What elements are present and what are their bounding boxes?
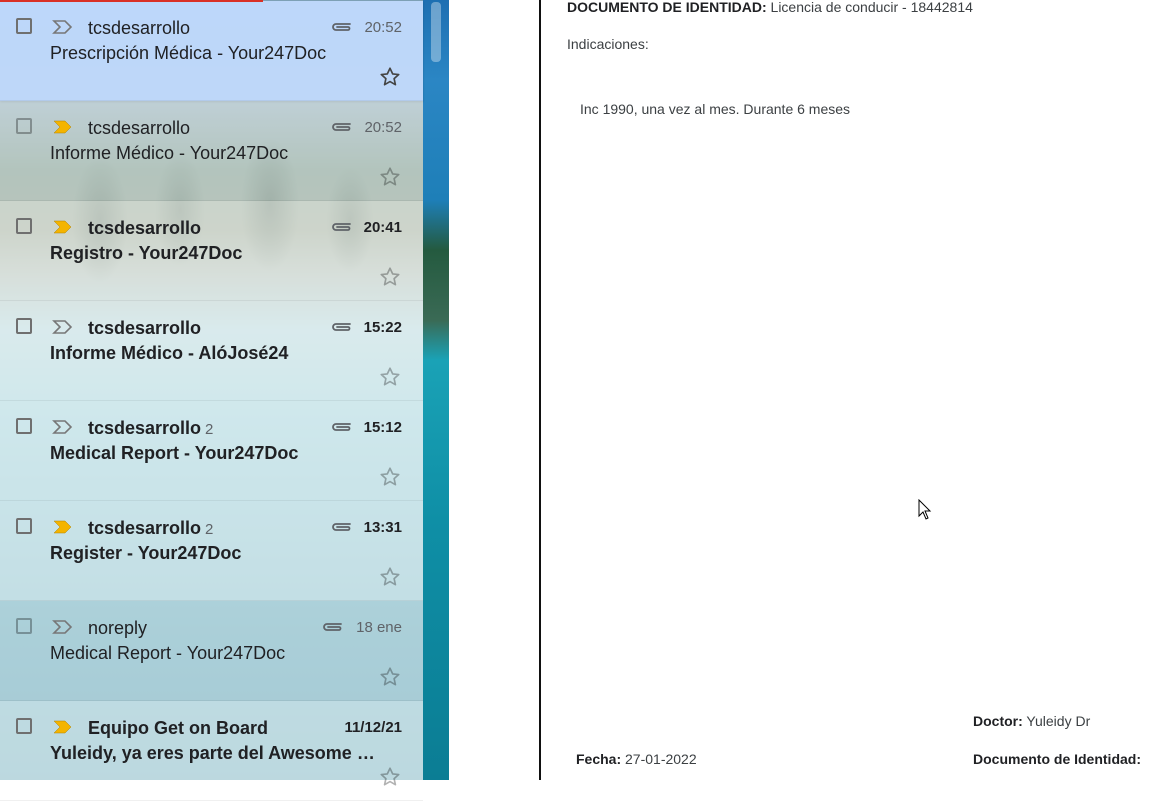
sender-name: tcsdesarrollo 2 [88, 417, 213, 441]
star-icon[interactable] [379, 766, 401, 788]
mail-row[interactable]: tcsdesarrollo 20:52 Informe Médico - Your2… [0, 101, 423, 201]
sender-name: tcsdesarrollo [88, 17, 190, 39]
important-marker-outline-icon[interactable] [52, 419, 74, 435]
subject-text: Yuleidy, ya eres parte del Awesome F... [50, 743, 380, 763]
received-time: 15:12 [363, 419, 402, 436]
mail-row[interactable]: tcsdesarrollo 2 15:12 Medical Report - Your… [0, 401, 423, 501]
sender-name: tcsdesarrollo [88, 317, 201, 339]
important-marker-yellow-icon[interactable] [52, 119, 74, 135]
sender-name: noreply [88, 617, 147, 639]
select-checkbox[interactable] [16, 318, 32, 334]
thread-count: 2 [205, 421, 214, 438]
star-icon[interactable] [379, 666, 401, 688]
doctor-id-line: Documento de Identidad: [973, 750, 1141, 768]
important-marker-outline-icon[interactable] [52, 319, 74, 335]
sender-label: tcsdesarrollo [88, 18, 191, 38]
select-checkbox[interactable] [16, 218, 32, 234]
sender-label: tcsdesarrollo [88, 418, 202, 438]
mouse-cursor-icon [918, 499, 932, 520]
date-label: Fecha: [576, 751, 622, 767]
loading-bar [0, 0, 263, 2]
sender-label: tcsdesarrollo [88, 118, 191, 138]
star-icon[interactable] [379, 366, 401, 388]
subject-text: Medical Report - Your247Doc [50, 643, 286, 663]
scrollbar-thumb[interactable] [431, 2, 441, 62]
mail-row[interactable]: tcsdesarrollo 20:52 Prescripción Médica - … [0, 1, 423, 101]
attachment-icon [323, 623, 342, 631]
doctor-line: Doctor: Yuleidy Dr [973, 712, 1090, 730]
subject-text: Informe Médico - AlóJosé24 [50, 343, 289, 363]
identity-line: DOCUMENTO DE IDENTIDAD: Licencia de cond… [567, 0, 973, 16]
sender-label: tcsdesarrollo [88, 518, 202, 538]
background-strip [423, 0, 449, 780]
date-value: 27-01-2022 [625, 751, 697, 767]
identity-value: Licencia de conducir - 18442814 [770, 0, 973, 15]
important-marker-yellow-icon[interactable] [52, 719, 74, 735]
sender-name: tcsdesarrollo 2 [88, 517, 213, 541]
select-checkbox[interactable] [16, 118, 32, 134]
mail-list: tcsdesarrollo 20:52 Prescripción Médica - … [0, 0, 423, 801]
select-checkbox[interactable] [16, 518, 32, 534]
doctor-label: Doctor: [973, 713, 1023, 729]
sender-label: Equipo Get on Board [88, 718, 268, 738]
subject-text: Informe Médico - Your247Doc [50, 143, 289, 163]
document-viewer: DOCUMENTO DE IDENTIDAD: Licencia de cond… [541, 0, 1171, 780]
select-checkbox[interactable] [16, 718, 32, 734]
attachment-icon [332, 423, 351, 431]
sender-name: Equipo Get on Board [88, 717, 268, 739]
indications-label: Indicaciones: [567, 36, 649, 52]
doctor-value: Yuleidy Dr [1026, 713, 1091, 729]
thread-count: 2 [205, 521, 214, 538]
important-marker-outline-icon[interactable] [52, 19, 74, 35]
mail-row[interactable]: Equipo Get on Board 11/12/21 Yuleidy, ya e… [0, 701, 423, 801]
subject-text: Register - Your247Doc [50, 543, 242, 563]
received-time: 11/12/21 [344, 719, 402, 736]
select-checkbox[interactable] [16, 618, 32, 634]
subject-text: Registro - Your247Doc [50, 243, 243, 263]
attachment-icon [332, 23, 351, 31]
identity-label: DOCUMENTO DE IDENTIDAD: [567, 0, 767, 15]
date-line: Fecha: 27-01-2022 [576, 750, 697, 768]
received-time: 15:22 [363, 319, 402, 336]
select-checkbox[interactable] [16, 18, 32, 34]
star-icon[interactable] [379, 266, 401, 288]
attachment-icon [332, 123, 351, 131]
received-time: 20:52 [364, 119, 402, 136]
mail-row[interactable]: tcsdesarrollo 20:41 Registro - Your247Doc [0, 201, 423, 301]
mail-row[interactable]: tcsdesarrollo 15:22 Informe Médico - AlóJo… [0, 301, 423, 401]
sender-label: tcsdesarrollo [88, 218, 202, 238]
indications-text: Inc 1990, una vez al mes. Durante 6 mese… [580, 101, 851, 117]
star-icon[interactable] [379, 166, 401, 188]
received-time: 13:31 [363, 519, 402, 536]
attachment-icon [332, 223, 351, 231]
received-time: 20:52 [364, 19, 402, 36]
sender-name: tcsdesarrollo [88, 217, 201, 239]
sender-name: tcsdesarrollo [88, 117, 190, 139]
received-time: 20:41 [363, 219, 402, 236]
star-icon[interactable] [379, 466, 401, 488]
star-icon[interactable] [379, 66, 401, 88]
important-marker-yellow-icon[interactable] [52, 219, 74, 235]
star-icon[interactable] [379, 566, 401, 588]
attachment-icon [332, 523, 351, 531]
select-checkbox[interactable] [16, 418, 32, 434]
received-time: 18 ene [356, 619, 402, 636]
mail-row[interactable]: tcsdesarrollo 2 13:31 Register - Your247Doc [0, 501, 423, 601]
sender-label: tcsdesarrollo [88, 318, 202, 338]
subject-text: Medical Report - Your247Doc [50, 443, 299, 463]
subject-text: Prescripción Médica - Your247Doc [50, 43, 327, 63]
important-marker-yellow-icon[interactable] [52, 519, 74, 535]
attachment-icon [332, 323, 351, 331]
doctor-id-label: Documento de Identidad: [973, 751, 1141, 767]
sender-label: noreply [88, 618, 148, 638]
important-marker-outline-icon[interactable] [52, 619, 74, 635]
mail-row[interactable]: noreply 18 ene Medical Report - Your247Doc [0, 601, 423, 701]
